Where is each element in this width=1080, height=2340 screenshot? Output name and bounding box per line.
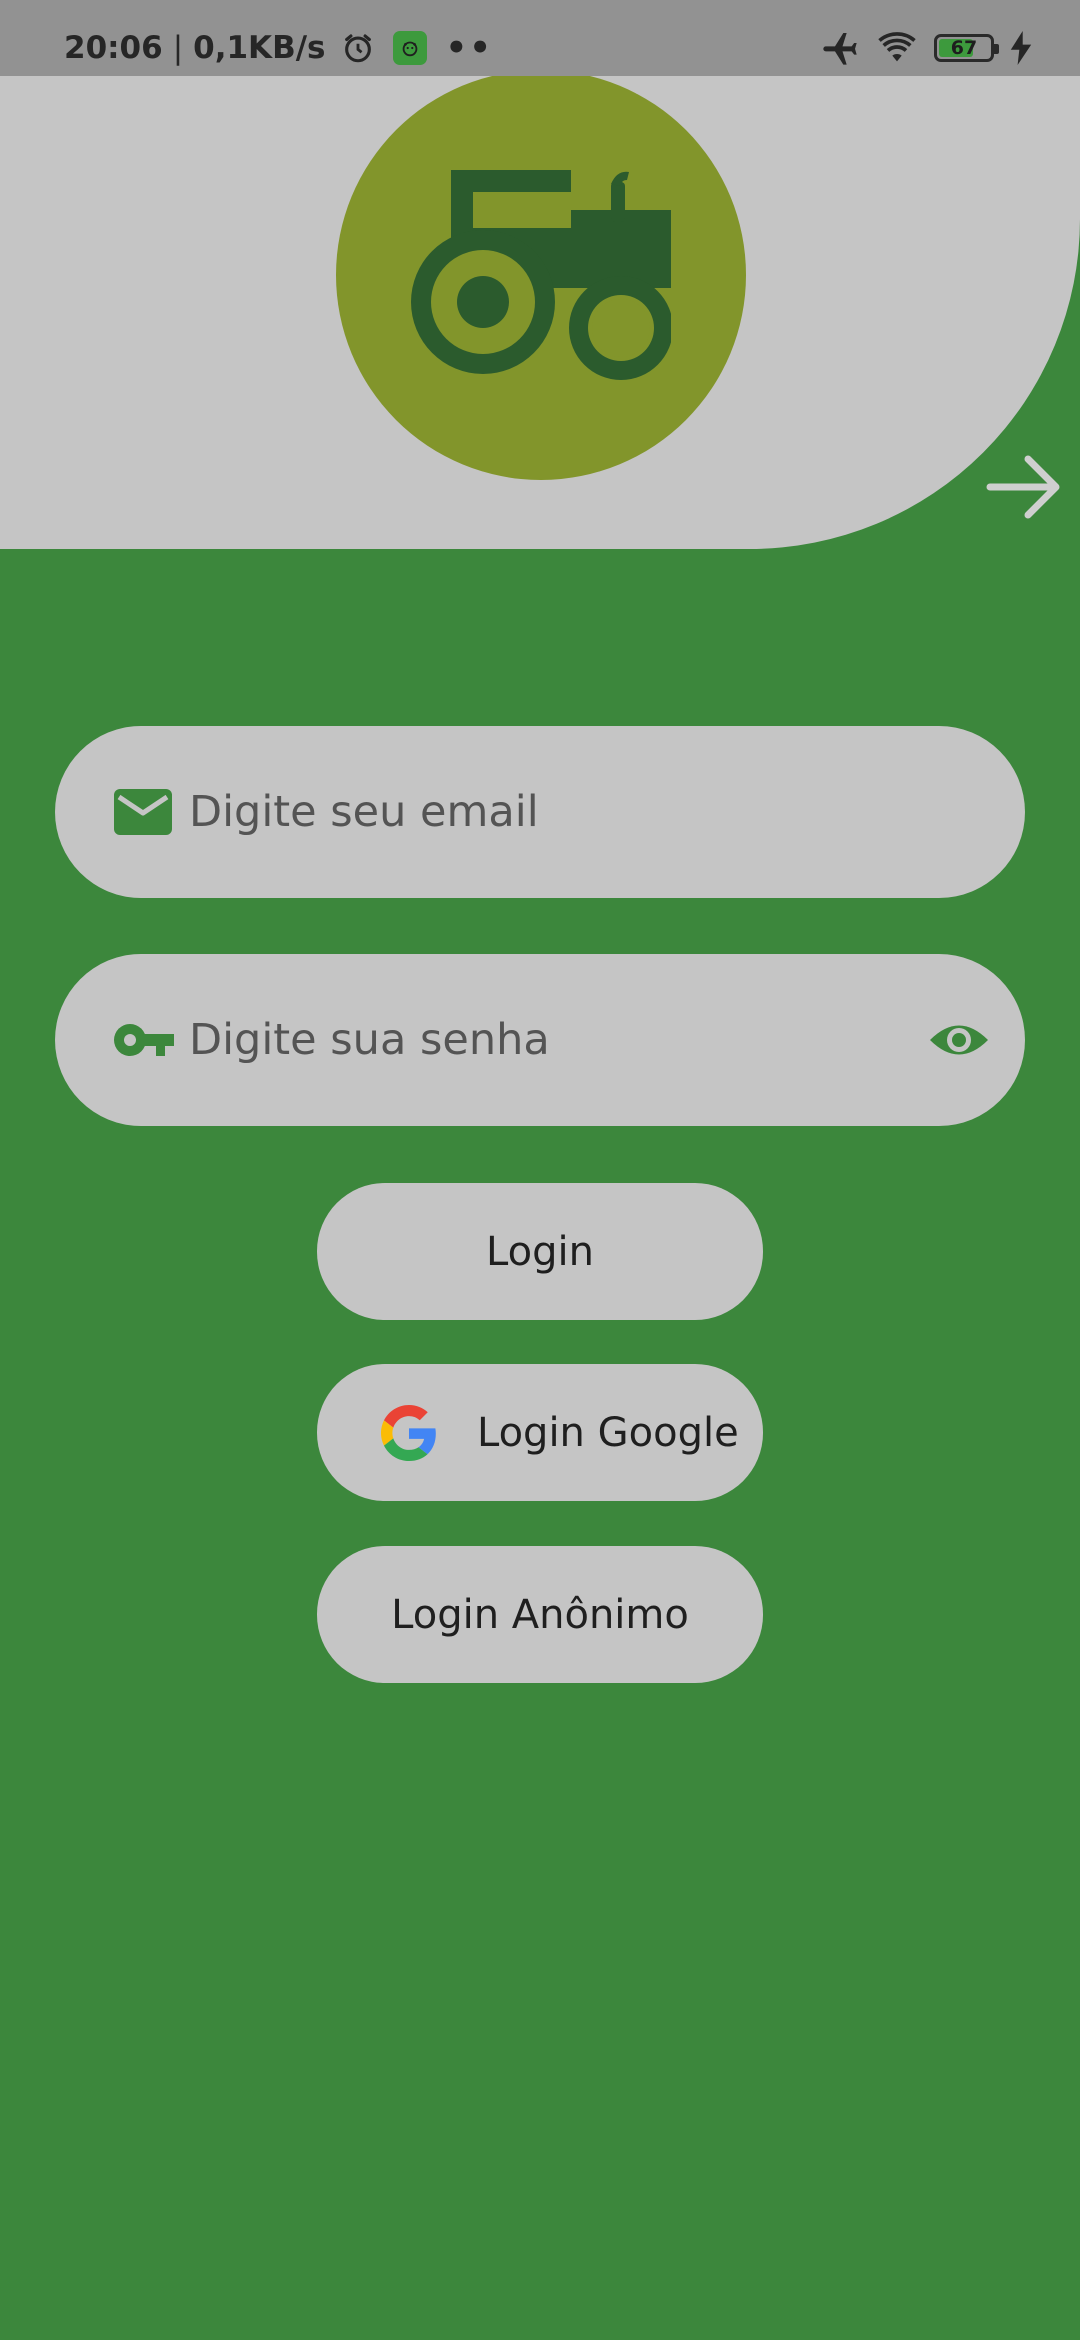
email-input[interactable] (187, 726, 905, 898)
battery-indicator: 67 (934, 34, 999, 62)
battery-percent: 67 (950, 37, 978, 59)
battery-cap (994, 44, 999, 54)
password-field[interactable] (55, 954, 1025, 1126)
status-bar: 20:06 | 0,1KB/s •• 67 (0, 0, 1080, 76)
login-google-button[interactable]: Login Google (317, 1364, 763, 1501)
header-panel (0, 70, 1080, 549)
status-time: 20:06 (64, 30, 163, 66)
alarm-icon (345, 34, 372, 63)
password-input[interactable] (187, 954, 905, 1126)
email-icon (114, 789, 172, 835)
email-field[interactable] (55, 726, 1025, 898)
status-separator: | (172, 30, 184, 66)
overflow-dots: •• (445, 28, 493, 68)
tractor-icon (411, 170, 671, 380)
app-logo (336, 70, 746, 480)
app-notification-icon (393, 31, 428, 65)
eye-icon[interactable] (928, 1019, 990, 1061)
google-icon (381, 1404, 436, 1461)
login-button[interactable]: Login (317, 1183, 763, 1320)
login-anonymous-button[interactable]: Login Anônimo (317, 1546, 763, 1683)
login-google-label: Login Google (477, 1409, 739, 1456)
status-data-rate: 0,1KB/s (193, 30, 326, 66)
airplane-mode-icon (823, 33, 857, 65)
status-right: 67 (820, 26, 1032, 70)
login-button-label: Login (486, 1228, 594, 1275)
wifi-icon (878, 32, 916, 62)
key-icon (112, 1020, 174, 1060)
arrow-right-icon[interactable] (984, 447, 1064, 527)
status-left: 20:06 | 0,1KB/s •• (64, 0, 493, 96)
charging-icon (1010, 31, 1032, 65)
login-anonymous-label: Login Anônimo (391, 1591, 689, 1638)
